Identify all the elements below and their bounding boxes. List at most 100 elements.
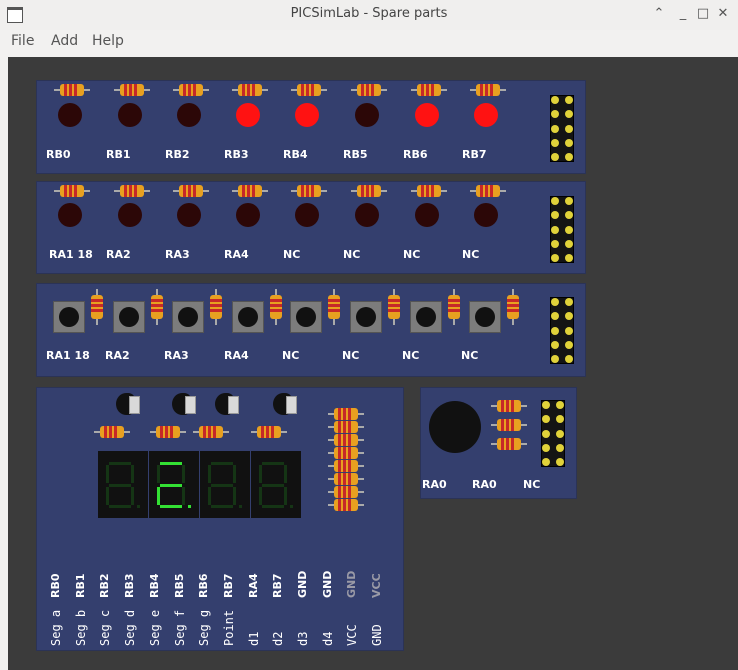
pin-connection-label: RB2	[98, 573, 112, 598]
resistor-band	[338, 447, 341, 459]
pin-header-icon[interactable]	[550, 95, 574, 162]
resistor-band	[480, 185, 483, 197]
header-pin	[551, 197, 559, 205]
resistor-icon	[328, 421, 364, 433]
resistor-icon	[411, 84, 447, 96]
push-button-2[interactable]	[113, 301, 145, 333]
resistor-body	[179, 185, 203, 197]
buzzer-label: RA0	[422, 478, 447, 491]
resistor-band	[247, 84, 250, 96]
resistor-band	[348, 499, 351, 511]
resistor-band	[151, 299, 163, 302]
button-label: RA2	[105, 349, 130, 362]
resistor-band	[426, 84, 429, 96]
push-button-4[interactable]	[232, 301, 264, 333]
led-label: RB6	[403, 148, 428, 161]
resistor-band	[247, 185, 250, 197]
resistor-body	[334, 447, 358, 459]
segment-a	[211, 462, 233, 465]
resistor-icon	[328, 499, 364, 511]
resistor-band	[343, 434, 346, 446]
close-icon[interactable]: ✕	[714, 6, 732, 21]
header-pin	[565, 254, 573, 262]
buzzer-board[interactable]: RA0 RA0 NC	[420, 387, 577, 499]
resistor-body	[257, 426, 281, 438]
pin-function-label: GND	[370, 624, 385, 646]
segment-c	[284, 487, 287, 505]
resistor-body	[60, 185, 84, 197]
menu-help[interactable]: Help	[92, 33, 124, 49]
led-label: RB1	[106, 148, 131, 161]
header-pin	[565, 355, 573, 363]
header-pin	[565, 124, 573, 133]
resistor-body	[497, 419, 521, 431]
led-bar-board-2[interactable]: RA1 18 RA2 RA3 RA4 NC NC NC NC	[36, 181, 586, 274]
led-bar-board-1[interactable]: RB0 RB1 RB2 RB3 RB4 RB5 RB6 RB7	[36, 80, 586, 174]
resistor-band	[188, 185, 191, 197]
menu-add[interactable]: Add	[51, 33, 78, 49]
resistor-band	[242, 185, 245, 197]
pin-connection-label: RA4	[246, 573, 260, 598]
resistor-band	[338, 421, 341, 433]
resistor-band	[165, 426, 168, 438]
resistor-band	[480, 84, 483, 96]
segment-f	[259, 465, 262, 483]
potentiometer-icon[interactable]	[215, 393, 239, 417]
resistor-band	[134, 185, 137, 197]
resistor-band	[270, 304, 282, 307]
resistor-icon	[328, 434, 364, 446]
resistor-band	[485, 84, 488, 96]
push-button-6[interactable]	[350, 301, 382, 333]
resistor-body	[297, 84, 321, 96]
menu-file[interactable]: File	[11, 33, 34, 49]
maximize-icon[interactable]: □	[694, 6, 712, 21]
led-label: NC	[283, 248, 301, 261]
potentiometer-icon[interactable]	[172, 393, 196, 417]
segment-g	[160, 484, 182, 487]
resistor-body	[297, 185, 321, 197]
resistor-body	[334, 434, 358, 446]
resistor-icon	[91, 289, 103, 325]
led-label: RB3	[224, 148, 249, 161]
pin-header-icon[interactable]	[541, 400, 565, 467]
resistor-body	[357, 185, 381, 197]
header-pin	[565, 110, 573, 119]
resistor-icon	[251, 426, 287, 438]
resistor-band	[507, 309, 519, 312]
pin-header-icon[interactable]	[550, 196, 574, 263]
resistor-icon	[328, 486, 364, 498]
resistor-band	[506, 419, 509, 431]
push-button-8[interactable]	[469, 301, 501, 333]
pin-header-icon[interactable]	[550, 297, 574, 364]
led-label: RA2	[106, 248, 131, 261]
push-button-7[interactable]	[410, 301, 442, 333]
minimize-button[interactable]: _	[674, 6, 692, 21]
resistor-icon	[507, 289, 519, 325]
pin-function-label: Seg c	[98, 609, 113, 646]
button-label: RA3	[164, 349, 189, 362]
potentiometer-icon[interactable]	[116, 393, 140, 417]
push-buttons-board[interactable]: RA1 18 RA2 RA3 RA4 NC NC NC NC	[36, 283, 586, 377]
resistor-band	[328, 304, 340, 307]
pin-function-label: Seg g	[197, 609, 212, 646]
resistor-body	[270, 295, 282, 319]
push-button-1[interactable]	[53, 301, 85, 333]
button-cap	[416, 307, 436, 327]
push-button-5[interactable]	[290, 301, 322, 333]
push-button-3[interactable]	[172, 301, 204, 333]
resistor-band	[511, 400, 514, 412]
resistor-band	[366, 185, 369, 197]
resistor-body	[238, 185, 262, 197]
seven-segment-board[interactable]: RB0 Seg a RB1 Seg b RB2 Seg c RB3 Seg d RB4 Seg e…	[36, 387, 404, 651]
pot-shaft	[228, 396, 239, 414]
pin-function-label: Seg f	[172, 609, 187, 646]
resistor-band	[210, 299, 222, 302]
potentiometer-icon[interactable]	[273, 393, 297, 417]
resistor-band	[361, 185, 364, 197]
button-cap	[178, 307, 198, 327]
resistor-band	[242, 84, 245, 96]
resistor-band	[208, 426, 211, 438]
pin-connection-label: RB3	[123, 573, 137, 598]
segment-e	[106, 487, 109, 505]
minimize-icon[interactable]: ⌃	[650, 6, 668, 21]
